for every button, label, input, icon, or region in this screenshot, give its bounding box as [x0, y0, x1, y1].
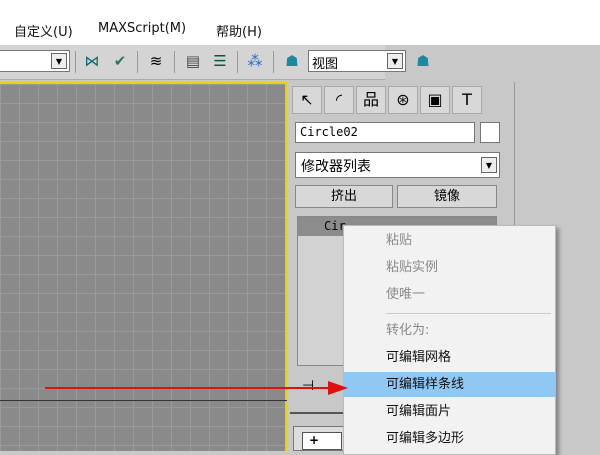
- main-toolbar: ▼ ⋈ ✔ ≋ ▤ ☰ ⁂ ☗ 视图 ▼: [0, 45, 406, 80]
- menu-item-editable-mesh[interactable]: 可编辑网格: [344, 345, 555, 370]
- tab-motion[interactable]: ⊛: [388, 86, 418, 114]
- viewport[interactable]: [0, 82, 287, 451]
- render-view-value: 视图: [312, 57, 339, 72]
- quick-render-icon[interactable]: ☗: [413, 51, 433, 71]
- tab-utilities[interactable]: T: [452, 86, 482, 114]
- divider: [290, 412, 350, 414]
- chevron-down-icon: ▼: [387, 53, 403, 69]
- chevron-down-icon: ▼: [481, 157, 497, 173]
- curve-editor-icon[interactable]: ▤: [183, 51, 203, 71]
- schematic-icon[interactable]: ☰: [210, 51, 230, 71]
- create-arrow-icon: ↖: [300, 90, 314, 109]
- layers-icon[interactable]: ≋: [146, 51, 166, 71]
- extrude-button[interactable]: 挤出: [295, 185, 393, 208]
- context-menu: 粘贴 粘贴实例 使唯一 转化为: 可编辑网格 可编辑样条线 可编辑面片 可编辑多…: [343, 225, 556, 455]
- menu-item-editable-poly[interactable]: 可编辑多边形: [344, 426, 555, 451]
- menu-item-paste: 粘贴: [386, 233, 413, 248]
- grid-axis-line: [0, 400, 287, 401]
- menu-help[interactable]: 帮助(H): [216, 21, 262, 40]
- selection-set-combo[interactable]: ▼: [0, 50, 70, 72]
- object-name-field[interactable]: Circle02: [295, 122, 475, 143]
- modify-arc-icon: ◜: [335, 90, 343, 109]
- tab-modify[interactable]: ◜: [324, 86, 354, 114]
- material-editor-icon[interactable]: ⁂: [245, 51, 265, 71]
- modifier-list-label: 修改器列表: [301, 159, 371, 175]
- align-icon[interactable]: ✔: [110, 51, 130, 71]
- menu-customize[interactable]: 自定义(U): [14, 21, 73, 40]
- red-arrow-annotation: [45, 381, 348, 395]
- menu-item-editable-spline[interactable]: 可编辑样条线: [344, 372, 555, 397]
- tab-create[interactable]: ↖: [292, 86, 322, 114]
- display-monitor-icon: ▣: [427, 90, 443, 109]
- hammer-icon: T: [462, 90, 472, 109]
- hierarchy-icon: 品: [362, 90, 379, 109]
- tab-hierarchy[interactable]: 品: [356, 86, 386, 114]
- mirror-button[interactable]: 镜像: [397, 185, 497, 208]
- motion-wheel-icon: ⊛: [396, 90, 410, 109]
- menu-bar: 自定义(U) MAXScript(M) 帮助(H): [0, 0, 600, 45]
- menu-heading-convert-to: 转化为:: [386, 323, 430, 338]
- chevron-down-icon: ▼: [51, 53, 67, 69]
- menu-item-make-unique: 使唯一: [386, 287, 426, 302]
- render-view-combo[interactable]: 视图 ▼: [308, 50, 406, 72]
- menu-maxscript[interactable]: MAXScript(M): [98, 21, 186, 36]
- tab-display[interactable]: ▣: [420, 86, 450, 114]
- mirror-icon[interactable]: ⋈: [82, 51, 102, 71]
- expand-rollout-button[interactable]: +: [302, 432, 342, 450]
- object-color-swatch[interactable]: [480, 122, 500, 143]
- modifier-list-dropdown[interactable]: 修改器列表 ▼: [295, 152, 500, 178]
- render-setup-icon[interactable]: ☗: [282, 51, 302, 71]
- menu-item-editable-patch[interactable]: 可编辑面片: [344, 399, 555, 424]
- menu-separator: [386, 313, 551, 314]
- menu-item-paste-instance: 粘贴实例: [386, 260, 439, 275]
